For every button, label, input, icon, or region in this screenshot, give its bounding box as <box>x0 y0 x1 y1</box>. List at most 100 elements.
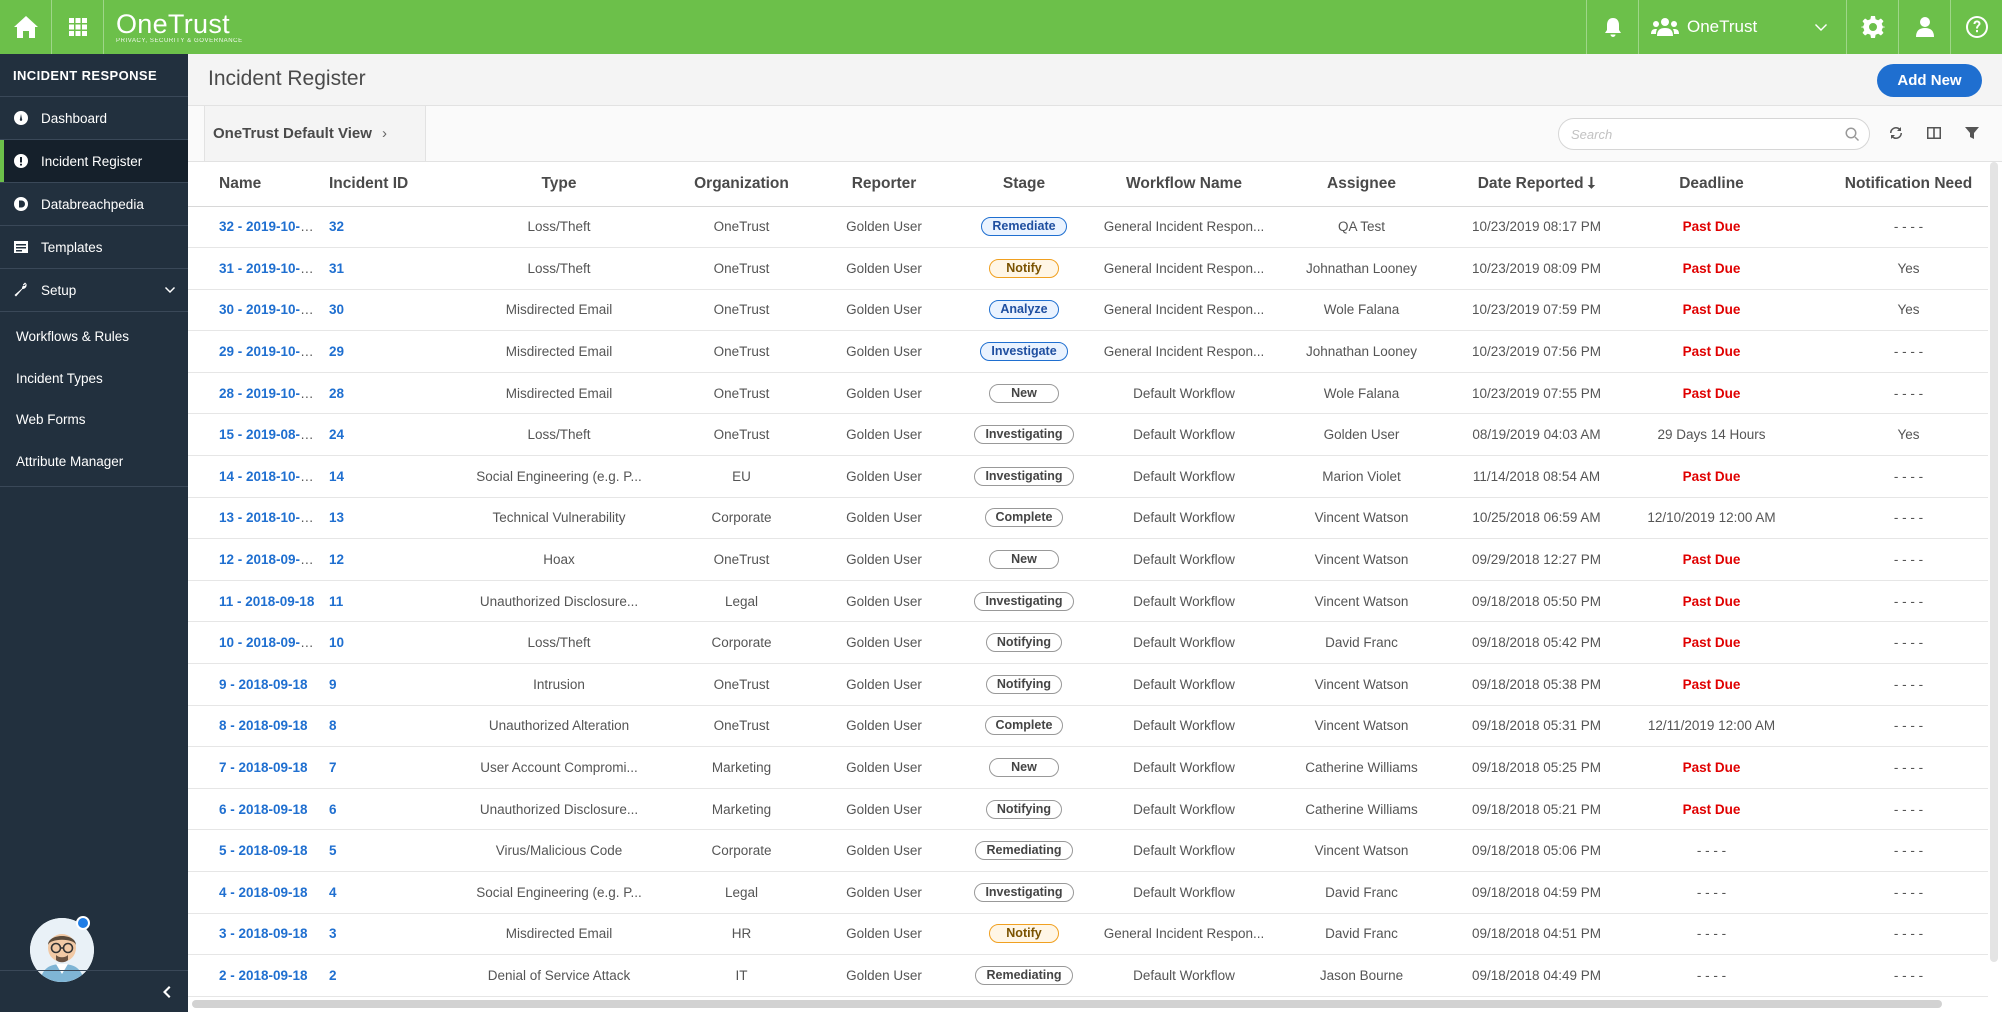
incident-id-link[interactable]: 14 <box>329 469 344 484</box>
incident-id-link[interactable]: 4 <box>329 885 337 900</box>
incident-name-link[interactable]: 8 - 2018-09-18 <box>219 718 308 733</box>
table-row[interactable]: 13 - 2018-10-25 13 Technical Vulnerability… <box>188 497 1988 540</box>
table-row[interactable]: 10 - 2018-09-18 10 Loss/Theft Corporate Gold… <box>188 621 1988 665</box>
incident-id-link[interactable]: 10 <box>329 635 344 650</box>
search-input[interactable] <box>1571 126 1831 142</box>
table-row[interactable]: 7 - 2018-09-18 7 User Account Compromi... M… <box>188 746 1988 789</box>
sidebar-subitem-workflows-rules[interactable]: Workflows & Rules <box>0 316 188 358</box>
incident-id-link[interactable]: 2 <box>329 968 337 983</box>
table-row[interactable]: 29 - 2019-10-23 29 Misdirected Email OneTru… <box>188 330 1988 373</box>
home-button[interactable] <box>0 0 52 54</box>
incident-name-link[interactable]: 2 - 2018-09-18 <box>219 968 308 983</box>
sidebar-subitem-incident-types[interactable]: Incident Types <box>0 358 188 400</box>
incident-id-link[interactable]: 24 <box>329 427 344 442</box>
cell-notification-need: - - - - <box>1799 497 1988 540</box>
incident-name-link[interactable]: 10 - 2018-09-18 <box>219 635 315 650</box>
table-row[interactable]: 5 - 2018-09-18 5 Virus/Malicious Code Corpo… <box>188 829 1988 872</box>
incident-name-link[interactable]: 12 - 2018-09-29 <box>219 552 315 567</box>
incident-id-link[interactable]: 11 <box>329 594 343 609</box>
sidebar-collapse-button[interactable] <box>0 970 188 1012</box>
sidebar-subitem-web-forms[interactable]: Web Forms <box>0 399 188 441</box>
incident-name-link[interactable]: 31 - 2019-10-24 <box>219 261 315 276</box>
column-header-workflow-name[interactable]: Workflow Name <box>1094 162 1274 207</box>
add-new-button[interactable]: Add New <box>1877 64 1982 97</box>
table-row[interactable]: 12 - 2018-09-29 12 Hoax OneTrust Golden User… <box>188 538 1988 581</box>
table-row[interactable]: 11 - 2018-09-18 11 Unauthorized Disclosure… <box>188 580 1988 623</box>
filter-button[interactable] <box>1964 125 1982 143</box>
incident-name-link[interactable]: 11 - 2018-09-18 <box>219 594 314 609</box>
incident-name-link[interactable]: 7 - 2018-09-18 <box>219 760 308 775</box>
table-row[interactable]: 30 - 2019-10-23 30 Misdirected Email OneTru… <box>188 289 1988 332</box>
incident-id-link[interactable]: 28 <box>329 386 344 401</box>
table-row[interactable]: 32 - 2019-10-24 32 Loss/Theft OneTrust Golde… <box>188 206 1988 249</box>
table-row[interactable]: 9 - 2018-09-18 9 Intrusion OneTrust Golden U… <box>188 663 1988 706</box>
incident-name-link[interactable]: 3 - 2018-09-18 <box>219 926 308 941</box>
incident-id-link[interactable]: 32 <box>329 219 344 234</box>
vertical-scrollbar[interactable] <box>1990 162 1998 962</box>
table-row[interactable]: 31 - 2019-10-24 31 Loss/Theft OneTrust Golde… <box>188 247 1988 290</box>
cell-date-reported: 09/18/2018 05:42 PM <box>1449 621 1624 665</box>
incident-name-link[interactable]: 9 - 2018-09-18 <box>219 677 308 692</box>
sidebar-item-dashboard[interactable]: Dashboard <box>0 97 188 140</box>
incident-name-link[interactable]: 14 - 2018-10-25 <box>219 469 315 484</box>
column-header-organization[interactable]: Organization <box>669 162 814 207</box>
incident-name-link[interactable]: 15 - 2019-08-19 <box>219 427 315 442</box>
incident-id-link[interactable]: 5 <box>329 843 337 858</box>
column-header-deadline[interactable]: Deadline <box>1624 162 1799 207</box>
table-row[interactable]: 8 - 2018-09-18 8 Unauthorized Alteration On… <box>188 705 1988 748</box>
horizontal-scrollbar[interactable] <box>192 1000 1942 1008</box>
incident-name-link[interactable]: 32 - 2019-10-24 <box>219 219 315 234</box>
app-switcher-button[interactable] <box>52 0 104 54</box>
incident-name-link[interactable]: 5 - 2018-09-18 <box>219 843 308 858</box>
incident-id-link[interactable]: 3 <box>329 926 337 941</box>
incident-name-link[interactable]: 4 - 2018-09-18 <box>219 885 308 900</box>
table-row[interactable]: 4 - 2018-09-18 4 Social Engineering (e.g. … <box>188 871 1988 914</box>
table-row[interactable]: 15 - 2019-08-19 24 Loss/Theft OneTrust Golde… <box>188 413 1988 457</box>
sidebar-item-templates[interactable]: Templates <box>0 226 188 269</box>
incident-id-link[interactable]: 31 <box>329 261 344 276</box>
incident-name-link[interactable]: 29 - 2019-10-23 <box>219 344 315 359</box>
incident-id-link[interactable]: 7 <box>329 760 337 775</box>
cell-deadline: Past Due <box>1624 289 1799 332</box>
column-header-reporter[interactable]: Reporter <box>814 162 954 207</box>
column-header-notification-need[interactable]: Notification Need <box>1799 162 1988 207</box>
brand-logo[interactable]: OneTrust PRIVACY, SECURITY & GOVERNANCE <box>104 0 304 54</box>
settings-button[interactable] <box>1846 0 1898 54</box>
incident-id-link[interactable]: 12 <box>329 552 344 567</box>
organization-switcher[interactable]: OneTrust <box>1638 0 1846 54</box>
column-header-type[interactable]: Type <box>449 162 669 207</box>
table-row[interactable]: 28 - 2019-10-23 28 Misdirected Email OneTru… <box>188 372 1988 415</box>
sidebar-subitem-attribute-manager[interactable]: Attribute Manager <box>0 441 188 483</box>
incident-id-link[interactable]: 29 <box>329 344 344 359</box>
incident-name-link[interactable]: 30 - 2019-10-23 <box>219 302 315 317</box>
column-header-assignee[interactable]: Assignee <box>1274 162 1449 207</box>
column-header-name[interactable]: Name <box>188 162 319 207</box>
incident-name-link[interactable]: 6 - 2018-09-18 <box>219 802 308 817</box>
sidebar-item-incident-register[interactable]: Incident Register <box>0 140 188 183</box>
table-row[interactable]: 14 - 2018-10-25 14 Social Engineering (e.g… <box>188 455 1988 498</box>
column-header-date-reported[interactable]: Date Reported ⭣ <box>1449 162 1624 207</box>
notifications-button[interactable] <box>1586 0 1638 54</box>
incident-id-link[interactable]: 9 <box>329 677 337 692</box>
column-header-stage[interactable]: Stage <box>954 162 1094 207</box>
cell-notification-need: - - - - <box>1799 746 1988 789</box>
cell-assignee: Jason Bourne <box>1274 954 1449 997</box>
incident-id-link[interactable]: 13 <box>329 510 344 525</box>
incident-id-link[interactable]: 30 <box>329 302 344 317</box>
incident-id-link[interactable]: 8 <box>329 718 337 733</box>
view-selector[interactable]: OneTrust Default View › <box>204 106 426 161</box>
incident-id-link[interactable]: 6 <box>329 802 337 817</box>
table-row[interactable]: 2 - 2018-09-18 2 Denial of Service Attack I… <box>188 954 1988 997</box>
sidebar-item-setup[interactable]: Setup <box>0 269 188 312</box>
cell-stage: Notifying <box>954 621 1094 665</box>
table-row[interactable]: 6 - 2018-09-18 6 Unauthorized Disclosure..… <box>188 788 1988 831</box>
columns-button[interactable] <box>1926 125 1944 143</box>
help-button[interactable] <box>1950 0 2002 54</box>
column-header-incident-id[interactable]: Incident ID <box>319 162 449 207</box>
table-row[interactable]: 3 - 2018-09-18 3 Misdirected Email HR Golden… <box>188 913 1988 956</box>
user-profile-button[interactable] <box>1898 0 1950 54</box>
incident-name-link[interactable]: 28 - 2019-10-23 <box>219 386 315 401</box>
refresh-button[interactable] <box>1888 125 1906 143</box>
sidebar-item-databreachpedia[interactable]: Databreachpedia <box>0 183 188 226</box>
incident-name-link[interactable]: 13 - 2018-10-25 <box>219 510 315 525</box>
